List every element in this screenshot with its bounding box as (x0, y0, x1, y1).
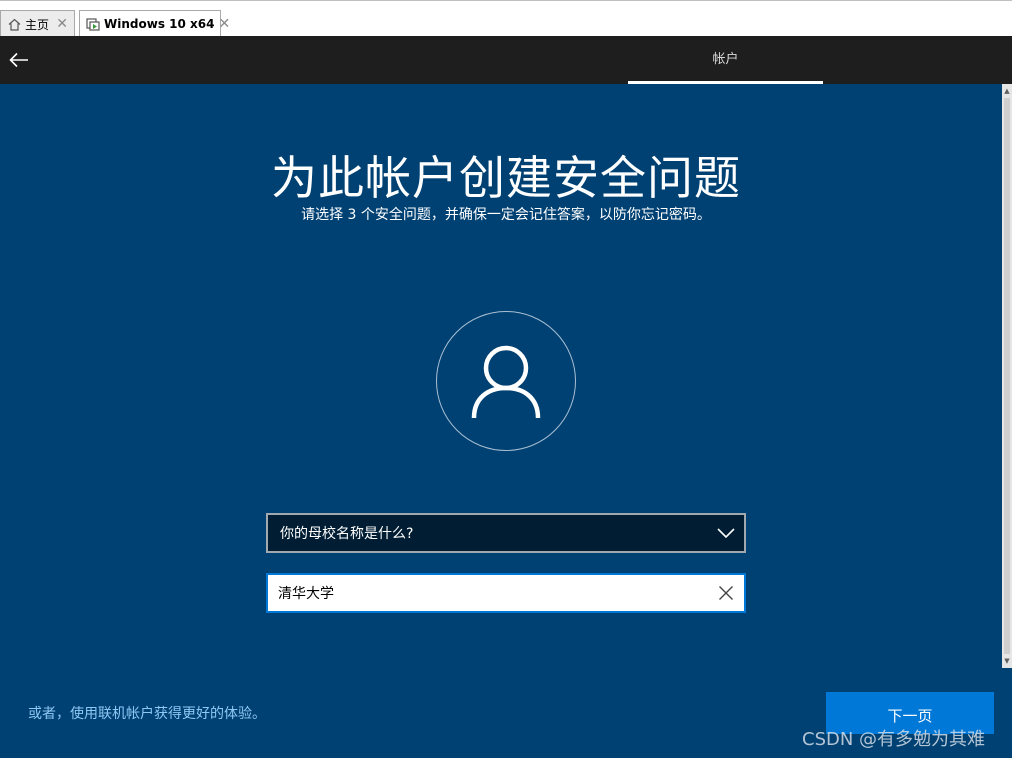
page-subtitle: 请选择 3 个安全问题，并确保一定会记住答案，以防你忘记密码。 (301, 207, 711, 223)
back-arrow-icon (9, 52, 28, 68)
watermark: CSDN @有多勉为其难 (802, 729, 986, 750)
security-answer-input[interactable] (278, 578, 708, 608)
scroll-down-icon[interactable]: ▼ (1003, 656, 1011, 666)
chevron-down-icon[interactable] (708, 515, 744, 551)
online-account-link[interactable]: 或者，使用联机帐户获得更好的体验。 (28, 703, 266, 723)
close-icon (719, 586, 733, 600)
user-icon (471, 345, 541, 419)
panel-edge (1002, 668, 1012, 758)
oobe-top-bar: 帐户 (0, 36, 1012, 84)
selected-question: 你的母校名称是什么? (280, 526, 414, 542)
tab-windows-vm-label: Windows 10 x64 (104, 17, 215, 31)
tab-windows-vm[interactable]: Windows 10 x64 ✕ (79, 10, 230, 37)
security-answer-field[interactable] (266, 573, 746, 613)
vm-tab-strip: 主页 ✕ Windows 10 x64 ✕ (0, 0, 1012, 37)
vm-icon (86, 17, 100, 31)
clear-button[interactable] (708, 575, 744, 611)
close-icon[interactable]: ✕ (56, 16, 68, 32)
home-icon (7, 17, 21, 31)
close-icon[interactable]: ✕ (218, 16, 230, 32)
section-title: 帐户 (712, 52, 739, 67)
scroll-up-icon[interactable]: ▲ (1003, 86, 1011, 96)
back-button[interactable] (6, 48, 32, 72)
security-question-select[interactable]: 你的母校名称是什么? (266, 513, 746, 553)
page-title: 为此帐户创建安全问题 (271, 151, 741, 205)
tab-home-label: 主页 (25, 17, 50, 32)
tab-home[interactable]: 主页 ✕ (0, 10, 75, 37)
